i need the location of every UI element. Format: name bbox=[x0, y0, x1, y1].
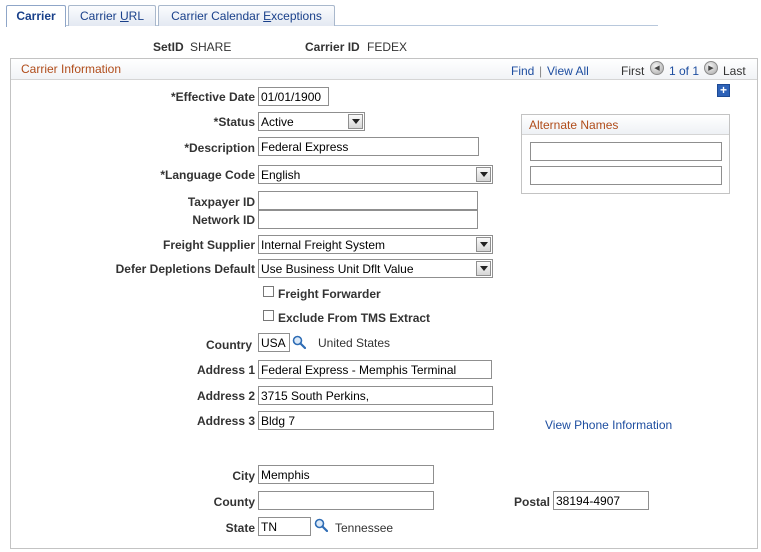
triangle-down-icon bbox=[479, 266, 488, 271]
description-label: *Description bbox=[184, 141, 255, 155]
tab-carrier-url-label: Carrier bbox=[79, 9, 120, 23]
address1-input[interactable]: Federal Express - Memphis Terminal bbox=[258, 360, 492, 379]
group-title: Carrier Information bbox=[21, 62, 122, 76]
add-row-button[interactable]: + bbox=[717, 84, 730, 97]
description-input[interactable]: Federal Express bbox=[258, 137, 479, 156]
network-id-label: Network ID bbox=[192, 213, 255, 227]
magnifier-icon[interactable] bbox=[292, 335, 306, 349]
last-label: Last bbox=[723, 64, 746, 78]
county-input[interactable] bbox=[258, 491, 434, 510]
postal-label: Postal bbox=[513, 495, 550, 509]
country-label: Country bbox=[206, 338, 252, 352]
tab-carrier-url[interactable]: Carrier URL bbox=[68, 5, 156, 26]
tab-calendar-label: Carrier Calendar bbox=[171, 9, 264, 23]
freight-forwarder-checkbox[interactable] bbox=[263, 286, 274, 297]
defer-depletions-dropdown-button[interactable] bbox=[476, 261, 491, 276]
setid-value: SHARE bbox=[190, 40, 232, 54]
triangle-down-icon bbox=[479, 172, 488, 177]
status-dropdown-button[interactable] bbox=[348, 114, 363, 129]
arrow-left-icon: ◀ bbox=[654, 64, 660, 72]
freight-forwarder-label: Freight Forwarder bbox=[278, 287, 381, 301]
language-code-value: English bbox=[261, 168, 301, 182]
address2-input[interactable]: 3715 South Perkins, bbox=[258, 386, 493, 405]
tab-carrier-label: Carrier bbox=[16, 9, 56, 23]
tab-carrier-url-label-rest: RL bbox=[128, 9, 145, 23]
group-header bbox=[11, 59, 757, 80]
state-description: Tennessee bbox=[335, 521, 394, 535]
magnifier-icon[interactable] bbox=[314, 518, 328, 532]
freight-supplier-select[interactable]: Internal Freight System bbox=[258, 235, 493, 254]
address1-label: Address 1 bbox=[196, 363, 255, 377]
view-all-link[interactable]: View All bbox=[547, 64, 589, 78]
taxpayer-id-label: Taxpayer ID bbox=[187, 195, 255, 209]
address2-label: Address 2 bbox=[196, 389, 255, 403]
city-label: City bbox=[232, 469, 255, 483]
taxpayer-id-input[interactable] bbox=[258, 191, 478, 210]
address3-label: Address 3 bbox=[196, 414, 255, 428]
tab-carrier[interactable]: Carrier bbox=[6, 5, 66, 27]
first-label: First bbox=[621, 64, 645, 78]
alternate-names-title: Alternate Names bbox=[529, 118, 619, 132]
carrier-id-label: Carrier ID bbox=[305, 40, 360, 54]
language-dropdown-button[interactable] bbox=[476, 167, 491, 182]
status-value: Active bbox=[261, 115, 294, 129]
row-range: 1 of 1 bbox=[669, 64, 700, 78]
freight-supplier-label: Freight Supplier bbox=[162, 238, 255, 252]
postal-input[interactable]: 38194-4907 bbox=[553, 491, 649, 510]
status-label: *Status bbox=[213, 115, 255, 129]
next-row-button[interactable]: ▶ bbox=[704, 61, 718, 75]
state-label: State bbox=[225, 521, 255, 535]
freight-supplier-value: Internal Freight System bbox=[261, 238, 386, 252]
state-input[interactable]: TN bbox=[258, 517, 311, 536]
defer-depletions-label: Defer Depletions Default bbox=[115, 262, 255, 276]
status-select[interactable]: Active bbox=[258, 112, 365, 131]
previous-row-button[interactable]: ◀ bbox=[650, 61, 664, 75]
view-phone-information-link[interactable]: View Phone Information bbox=[545, 418, 672, 432]
tab-calendar-accesskey: E bbox=[263, 9, 272, 23]
country-input[interactable]: USA bbox=[258, 333, 290, 352]
nav-separator: | bbox=[539, 64, 543, 78]
exclude-tms-label: Exclude From TMS Extract bbox=[278, 311, 431, 325]
effective-date-input[interactable]: 01/01/1900 bbox=[258, 87, 329, 106]
defer-depletions-select[interactable]: Use Business Unit Dflt Value bbox=[258, 259, 493, 278]
find-link[interactable]: Find bbox=[511, 64, 534, 78]
address3-input[interactable]: Bldg 7 bbox=[258, 411, 494, 430]
alternate-name-1-input[interactable] bbox=[530, 142, 722, 161]
country-description: United States bbox=[318, 336, 391, 350]
network-id-input[interactable] bbox=[258, 210, 478, 229]
alternate-name-2-input[interactable] bbox=[530, 166, 722, 185]
exclude-tms-checkbox[interactable] bbox=[263, 310, 274, 321]
tab-carrier-url-accesskey: U bbox=[120, 9, 129, 23]
tab-calendar-label-rest: xceptions bbox=[271, 9, 322, 23]
triangle-down-icon bbox=[351, 119, 360, 124]
plus-icon: + bbox=[719, 83, 727, 97]
county-label: County bbox=[213, 495, 255, 509]
freight-supplier-dropdown-button[interactable] bbox=[476, 237, 491, 252]
tab-carrier-calendar-exceptions[interactable]: Carrier Calendar Exceptions bbox=[158, 5, 335, 26]
language-code-label: *Language Code bbox=[160, 168, 255, 182]
setid-label: SetID bbox=[153, 40, 184, 54]
triangle-down-icon bbox=[479, 242, 488, 247]
city-input[interactable]: Memphis bbox=[258, 465, 434, 484]
carrier-id-value: FEDEX bbox=[367, 40, 408, 54]
effective-date-label: *Effective Date bbox=[170, 90, 255, 104]
language-code-select[interactable]: English bbox=[258, 165, 493, 184]
arrow-right-icon: ▶ bbox=[708, 64, 714, 72]
defer-depletions-value: Use Business Unit Dflt Value bbox=[261, 262, 414, 276]
